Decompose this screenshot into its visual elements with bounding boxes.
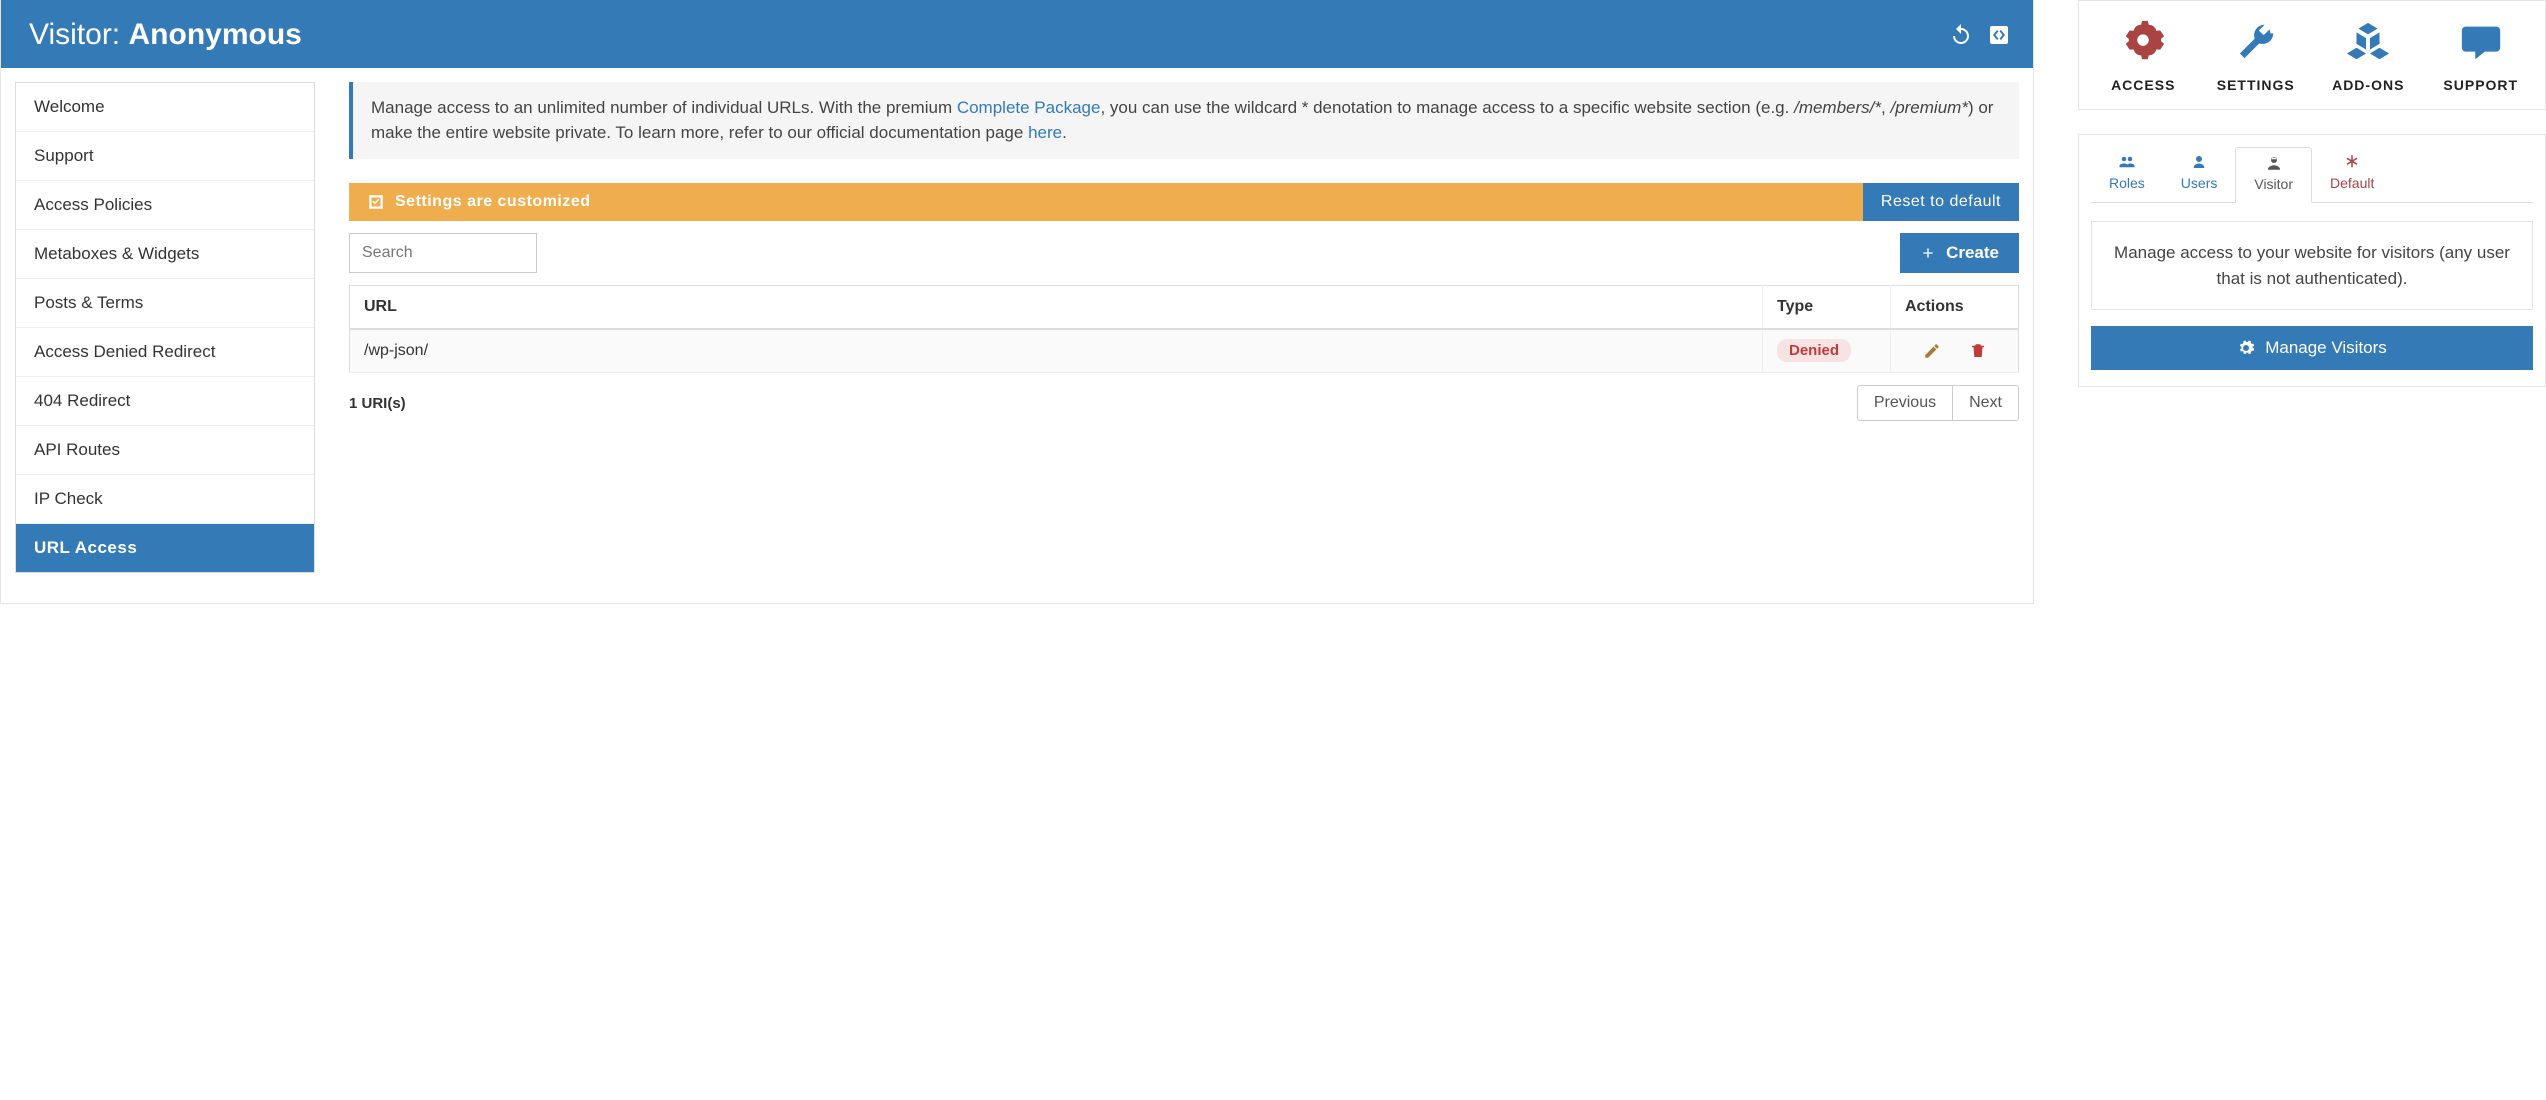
check-square-icon [367, 193, 385, 211]
top-nav-label: ADD-ONS [2312, 77, 2425, 93]
sidenav-item-access-policies[interactable]: Access Policies [16, 181, 314, 230]
top-nav-label: ACCESS [2087, 77, 2200, 93]
sidenav-item-404-redirect[interactable]: 404 Redirect [16, 377, 314, 426]
info-banner: Manage access to an unlimited number of … [349, 82, 2019, 159]
tab-label: Default [2330, 175, 2374, 191]
content-area: Manage access to an unlimited number of … [349, 82, 2019, 421]
tab-users[interactable]: Users [2163, 147, 2236, 202]
chat-icon [2458, 19, 2504, 65]
sidenav-item-metaboxes-widgets[interactable]: Metaboxes & Widgets [16, 230, 314, 279]
sidenav-item-url-access[interactable]: URL Access [16, 524, 314, 572]
top-nav-label: SUPPORT [2425, 77, 2538, 93]
sidenav-item-posts-terms[interactable]: Posts & Terms [16, 279, 314, 328]
trash-icon[interactable] [1969, 342, 1987, 360]
plus-icon [1920, 245, 1936, 261]
cell-url: /wp-json/ [350, 329, 1763, 373]
subject-description: Manage access to your website for visito… [2091, 221, 2533, 310]
url-table: URL Type Actions /wp-json/Denied [349, 285, 2019, 373]
search-input[interactable] [349, 233, 537, 273]
side-nav: WelcomeSupportAccess PoliciesMetaboxes &… [15, 82, 315, 573]
customize-bar: Settings are customized Reset to default [349, 183, 2019, 221]
undo-icon[interactable] [1949, 23, 1973, 47]
top-nav-add-ons[interactable]: ADD-ONS [2312, 19, 2425, 93]
cubes-icon [2345, 19, 2391, 65]
wrench-icon [2233, 19, 2279, 65]
manage-visitors-button[interactable]: Manage Visitors [2091, 326, 2533, 370]
group-icon [2118, 153, 2136, 171]
sidenav-item-api-routes[interactable]: API Routes [16, 426, 314, 475]
subject-card: Roles Users Visitor Default Manage access t… [2078, 134, 2546, 387]
top-nav-settings[interactable]: SETTINGS [2200, 19, 2313, 93]
top-nav-card: ACCESSSETTINGSADD-ONSSUPPORT [2078, 0, 2546, 110]
sidenav-item-access-denied-redirect[interactable]: Access Denied Redirect [16, 328, 314, 377]
main-panel: Visitor: Anonymous WelcomeSupportAccess … [0, 0, 2034, 604]
gears-icon [2120, 19, 2166, 65]
col-header-url: URL [350, 286, 1763, 330]
user-icon [2190, 153, 2208, 171]
pagination: Previous Next [1857, 385, 2019, 421]
denied-badge: Denied [1777, 339, 1851, 362]
tab-label: Users [2181, 175, 2218, 191]
tab-label: Roles [2109, 175, 2145, 191]
sidenav-item-welcome[interactable]: Welcome [16, 83, 314, 132]
visitor-icon [2265, 154, 2283, 172]
col-header-type: Type [1763, 286, 1891, 330]
edit-icon[interactable] [1923, 342, 1941, 360]
create-button[interactable]: Create [1900, 233, 2019, 273]
table-row: /wp-json/Denied [350, 329, 2019, 373]
complete-package-link[interactable]: Complete Package [957, 98, 1101, 117]
next-button[interactable]: Next [1952, 386, 2018, 420]
cell-type: Denied [1763, 329, 1891, 373]
tab-visitor[interactable]: Visitor [2235, 147, 2312, 203]
uri-count-label: 1 URI(s) [349, 395, 406, 412]
sidenav-item-ip-check[interactable]: IP Check [16, 475, 314, 524]
sidenav-item-support[interactable]: Support [16, 132, 314, 181]
tab-label: Visitor [2254, 176, 2293, 192]
right-sidebar: ACCESSSETTINGSADD-ONSSUPPORT Roles Users V… [2078, 0, 2546, 604]
top-nav-label: SETTINGS [2200, 77, 2313, 93]
cog-icon [2237, 339, 2255, 357]
toolbar: Create [349, 233, 2019, 273]
code-file-icon[interactable] [1987, 23, 2011, 47]
reset-to-default-button[interactable]: Reset to default [1863, 183, 2019, 221]
header-bar: Visitor: Anonymous [1, 0, 2033, 68]
top-nav-support[interactable]: SUPPORT [2425, 19, 2538, 93]
col-header-actions: Actions [1891, 286, 2019, 330]
tab-default[interactable]: Default [2312, 147, 2392, 202]
subject-tabs: Roles Users Visitor Default [2091, 147, 2533, 203]
page-title: Visitor: Anonymous [29, 18, 302, 52]
tab-roles[interactable]: Roles [2091, 147, 2163, 202]
prev-button[interactable]: Previous [1858, 386, 1952, 420]
asterisk-icon [2343, 153, 2361, 171]
customize-message: Settings are customized [349, 183, 1863, 221]
top-nav-access[interactable]: ACCESS [2087, 19, 2200, 93]
docs-here-link[interactable]: here [1028, 123, 1062, 142]
